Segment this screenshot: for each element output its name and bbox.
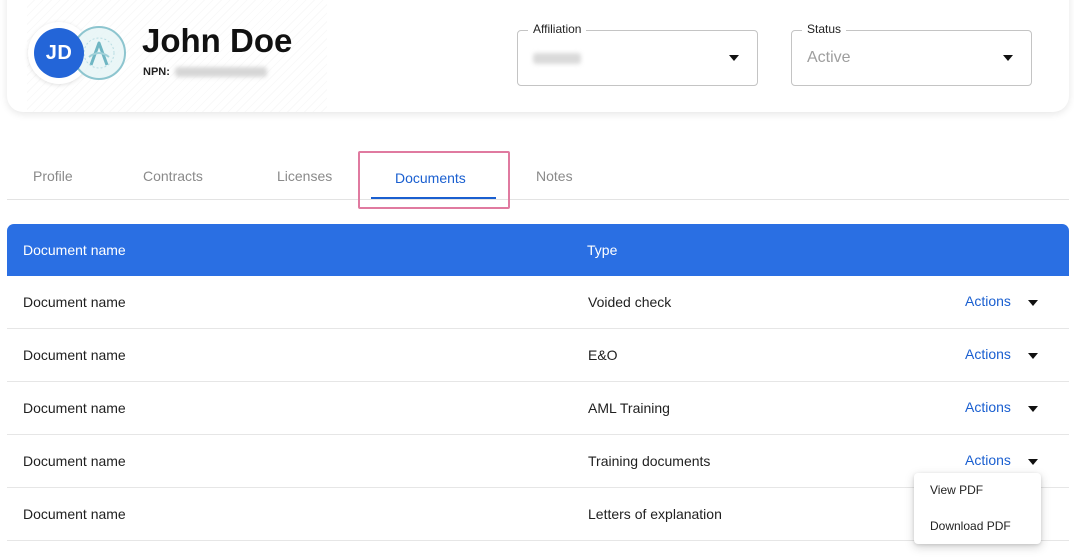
table-row: Document name Training documents Actions	[7, 435, 1069, 488]
avatar-group: JD	[28, 22, 128, 92]
tab-profile[interactable]: Profile	[33, 168, 73, 184]
tab-notes[interactable]: Notes	[536, 168, 573, 184]
caret-down-icon[interactable]	[1028, 300, 1038, 306]
actions-dropdown-menu: View PDF Download PDF	[914, 473, 1041, 544]
status-select[interactable]: Status Active	[791, 22, 1032, 86]
actions-button[interactable]: Actions	[965, 399, 1011, 415]
table-header: Document name Type	[7, 224, 1069, 276]
document-type-cell: AML Training	[588, 400, 670, 416]
affiliation-value-redacted	[533, 53, 581, 64]
document-name-cell: Document name	[23, 347, 126, 363]
column-header-document-name: Document name	[23, 242, 126, 258]
actions-button[interactable]: Actions	[965, 452, 1011, 468]
document-name-cell: Document name	[23, 506, 126, 522]
caret-down-icon[interactable]	[1028, 406, 1038, 412]
table-row: Document name Letters of explanation	[7, 488, 1069, 541]
column-header-type: Type	[587, 242, 618, 258]
npn-label: NPN:	[143, 66, 170, 78]
npn-value-redacted	[175, 67, 267, 77]
table-row: Document name AML Training Actions	[7, 382, 1069, 435]
tab-highlight-box	[358, 151, 510, 209]
affiliation-select[interactable]: Affiliation	[517, 22, 758, 86]
avatar: JD	[34, 28, 84, 78]
caret-down-icon[interactable]	[1028, 459, 1038, 465]
agent-name: John Doe	[142, 22, 293, 59]
caret-down-icon[interactable]	[1028, 353, 1038, 359]
menu-item-view-pdf[interactable]: View PDF	[930, 483, 983, 497]
caret-down-icon	[1003, 55, 1013, 61]
document-type-cell: Voided check	[588, 294, 672, 310]
status-label: Status	[802, 22, 847, 36]
tab-contracts[interactable]: Contracts	[143, 168, 203, 184]
document-type-cell: Letters of explanation	[588, 506, 722, 522]
document-name-cell: Document name	[23, 294, 126, 310]
documents-table: Document name Type Document name Voided …	[7, 224, 1069, 541]
affiliation-label: Affiliation	[528, 22, 587, 36]
document-name-cell: Document name	[23, 453, 126, 469]
document-type-cell: E&O	[588, 347, 618, 363]
document-name-cell: Document name	[23, 400, 126, 416]
status-value: Active	[807, 49, 851, 66]
actions-button[interactable]: Actions	[965, 346, 1011, 362]
tab-bar: Profile Contracts Licenses Documents Not…	[7, 150, 1069, 209]
document-type-cell: Training documents	[588, 453, 711, 469]
tab-licenses[interactable]: Licenses	[277, 168, 332, 184]
menu-item-download-pdf[interactable]: Download PDF	[930, 519, 1011, 533]
table-row: Document name E&O Actions	[7, 329, 1069, 382]
table-row: Document name Voided check Actions	[7, 276, 1069, 329]
caret-down-icon	[729, 55, 739, 61]
actions-button[interactable]: Actions	[965, 293, 1011, 309]
